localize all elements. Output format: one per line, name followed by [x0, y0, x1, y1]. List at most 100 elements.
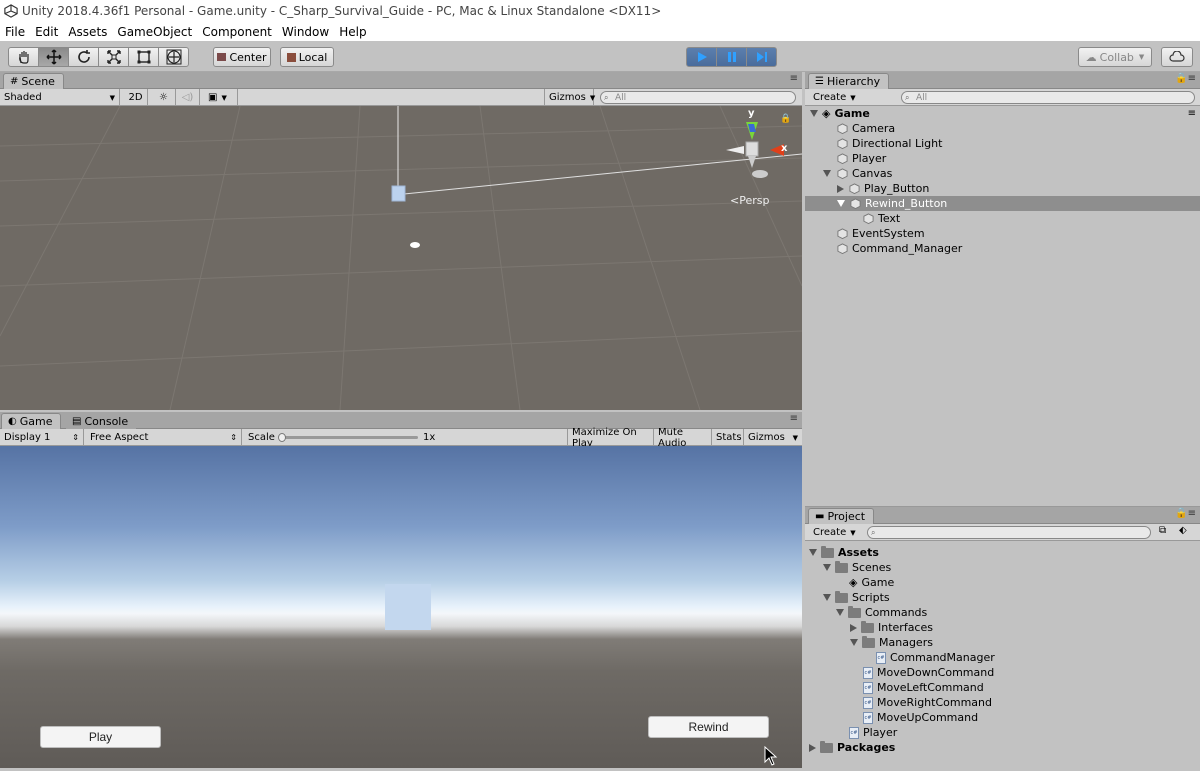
panel-menu-icon[interactable]: 🔒≡	[1175, 508, 1196, 519]
scene-root-item[interactable]: ◈ Game ≡	[805, 106, 1200, 121]
player-cube[interactable]	[391, 185, 406, 202]
project-item-packages[interactable]: Packages	[805, 740, 1200, 755]
play-button[interactable]: Play	[40, 726, 161, 748]
expand-icon[interactable]	[836, 609, 844, 616]
pivot-local-button[interactable]: Local	[280, 47, 334, 67]
menu-help[interactable]: Help	[334, 25, 371, 39]
project-item-commandmanager[interactable]: c# CommandManager	[805, 650, 1200, 665]
project-search-input[interactable]: ⌕	[867, 526, 1151, 539]
step-icon[interactable]	[746, 47, 777, 67]
pivot-center-button[interactable]: Center	[213, 47, 271, 67]
expand-icon[interactable]	[823, 170, 831, 177]
tab-scene[interactable]: # Scene	[3, 73, 64, 89]
display-dropdown[interactable]: Display 1 ⇕	[0, 429, 84, 446]
menu-window[interactable]: Window	[277, 25, 334, 39]
hierarchy-item-play-button[interactable]: Play_Button	[805, 181, 1200, 196]
collab-button[interactable]: ☁ Collab ▼	[1078, 47, 1152, 67]
aspect-label: Free Aspect	[90, 432, 149, 443]
hand-tool-icon[interactable]	[8, 47, 39, 67]
project-create-dropdown[interactable]: Create ▼	[809, 524, 861, 541]
project-item-moveupcommand[interactable]: c# MoveUpCommand	[805, 710, 1200, 725]
panel-menu-icon[interactable]: 🔒≡	[1175, 73, 1196, 84]
menu-edit[interactable]: Edit	[30, 25, 63, 39]
aspect-dropdown[interactable]: Free Aspect ⇕	[86, 429, 242, 446]
shading-dropdown[interactable]: Shaded ▼	[0, 89, 120, 106]
mute-audio-toggle[interactable]: Mute Audio	[654, 427, 712, 449]
hierarchy-item-text[interactable]: Text	[805, 211, 1200, 226]
hierarchy-item-rewind-button[interactable]: Rewind_Button	[805, 196, 1200, 211]
hierarchy-item-command-manager[interactable]: Command_Manager	[805, 241, 1200, 256]
filter-by-type-icon[interactable]: ⧉	[1159, 525, 1166, 536]
tab-game[interactable]: ◐ Game	[1, 413, 62, 429]
chevron-down-icon: ▼	[850, 93, 856, 102]
project-item-commands[interactable]: Commands	[805, 605, 1200, 620]
hierarchy-item-eventsystem[interactable]: EventSystem	[805, 226, 1200, 241]
project-item-game-scene[interactable]: ◈ Game	[805, 575, 1200, 590]
project-item-assets[interactable]: Assets	[805, 545, 1200, 560]
expand-icon[interactable]	[837, 200, 845, 207]
stats-toggle[interactable]: Stats	[712, 429, 744, 446]
light-gizmo-icon[interactable]	[410, 242, 420, 248]
lock-icon[interactable]: 🔒	[780, 114, 791, 124]
scale-slider-thumb[interactable]	[278, 433, 286, 442]
menu-component[interactable]: Component	[197, 25, 277, 39]
tab-hierarchy[interactable]: ☰ Hierarchy	[808, 73, 890, 89]
unity-scene-icon: ◈	[822, 107, 831, 120]
scene-menu-icon[interactable]: ≡	[1188, 108, 1196, 119]
project-item-scenes[interactable]: Scenes	[805, 560, 1200, 575]
expand-icon[interactable]	[823, 594, 831, 601]
hierarchy-search-input[interactable]: ⌕ All	[901, 91, 1195, 104]
rewind-button[interactable]: Rewind	[648, 716, 769, 738]
scene-panel: # Scene ≡ Shaded ▼ 2D ☼ ◁) ▣ ▼ Gizmos ▼ …	[0, 72, 802, 410]
project-item-movedowncommand[interactable]: c# MoveDownCommand	[805, 665, 1200, 680]
project-item-moverightcommand[interactable]: c# MoveRightCommand	[805, 695, 1200, 710]
expand-icon[interactable]	[823, 564, 831, 571]
hierarchy-item-player[interactable]: Player	[805, 151, 1200, 166]
project-item-moveleftcommand[interactable]: c# MoveLeftCommand	[805, 680, 1200, 695]
hierarchy-item-camera[interactable]: Camera	[805, 121, 1200, 136]
expand-icon[interactable]	[810, 110, 818, 117]
play-icon[interactable]	[686, 47, 717, 67]
game-viewport[interactable]: Play Rewind	[0, 446, 802, 768]
rotate-tool-icon[interactable]	[68, 47, 99, 67]
project-item-interfaces[interactable]: Interfaces	[805, 620, 1200, 635]
pause-icon[interactable]	[716, 47, 747, 67]
filter-by-label-icon[interactable]: ⬖	[1179, 525, 1187, 536]
expand-icon[interactable]	[850, 639, 858, 646]
project-item-player-script[interactable]: c# Player	[805, 725, 1200, 740]
tab-project[interactable]: ▬ Project	[808, 508, 875, 524]
project-item-managers[interactable]: Managers	[805, 635, 1200, 650]
chevron-down-icon: ▼	[850, 528, 856, 537]
collapse-icon[interactable]	[837, 184, 844, 193]
scale-slider[interactable]	[278, 433, 418, 442]
panel-menu-icon[interactable]: ≡	[790, 413, 798, 424]
tab-console[interactable]: ▤ Console	[66, 413, 137, 429]
effects-dropdown-icon[interactable]: ▣ ▼	[204, 89, 238, 106]
menu-file[interactable]: File	[0, 25, 30, 39]
hierarchy-create-dropdown[interactable]: Create ▼	[809, 89, 861, 106]
expand-icon[interactable]	[809, 549, 817, 556]
scale-control: Scale 1x	[244, 429, 568, 446]
scene-gizmos-dropdown[interactable]: Gizmos ▼	[544, 89, 595, 106]
rect-tool-icon[interactable]	[128, 47, 159, 67]
scale-tool-icon[interactable]	[98, 47, 129, 67]
collapse-icon[interactable]	[809, 743, 816, 752]
perspective-toggle[interactable]: < Persp	[730, 194, 769, 207]
hierarchy-item-directional-light[interactable]: Directional Light	[805, 136, 1200, 151]
game-gizmos-dropdown[interactable]: Gizmos ▼	[744, 429, 802, 446]
scene-search-input[interactable]: ⌕ All	[600, 91, 796, 104]
lighting-toggle-icon[interactable]: ☼	[152, 89, 176, 106]
menu-assets[interactable]: Assets	[63, 25, 112, 39]
menu-gameobject[interactable]: GameObject	[112, 25, 197, 39]
move-tool-icon[interactable]	[38, 47, 69, 67]
cloud-button[interactable]	[1161, 47, 1193, 67]
audio-toggle-icon[interactable]: ◁)	[176, 89, 200, 106]
panel-menu-icon[interactable]: ≡	[790, 73, 798, 84]
maximize-on-play-toggle[interactable]: Maximize On Play	[568, 427, 654, 449]
scene-viewport[interactable]: y x 🔒 < Persp	[0, 106, 802, 410]
collapse-icon[interactable]	[850, 623, 857, 632]
transform-tool-icon[interactable]	[158, 47, 189, 67]
hierarchy-item-canvas[interactable]: Canvas	[805, 166, 1200, 181]
toggle-2d-button[interactable]: 2D	[124, 89, 148, 106]
project-item-scripts[interactable]: Scripts	[805, 590, 1200, 605]
